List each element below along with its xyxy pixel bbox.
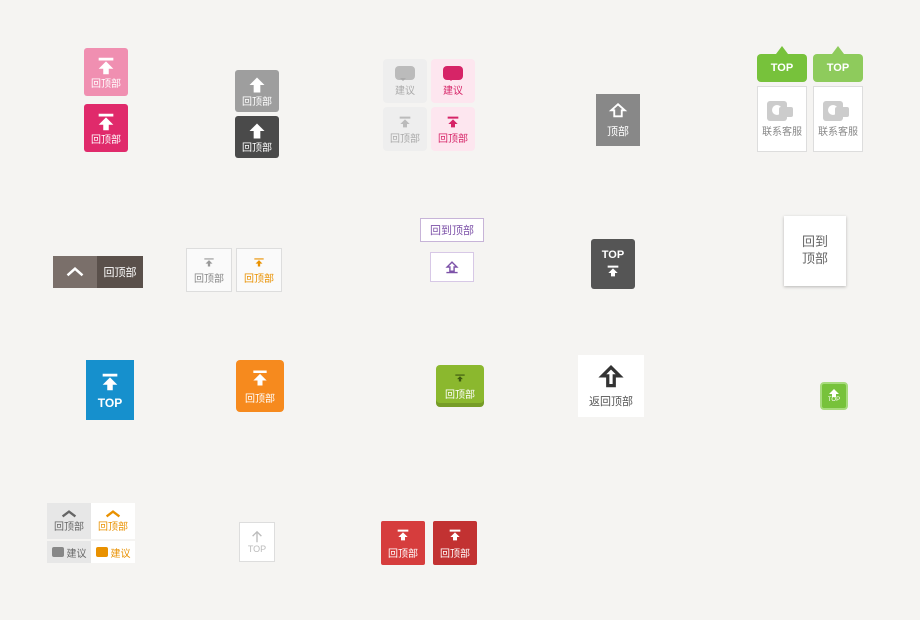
- back-to-top-pink-light[interactable]: 回顶部: [84, 48, 128, 96]
- label: TOP: [771, 62, 793, 74]
- back-to-top-pair-bordered: 回顶部 回顶部: [186, 248, 284, 292]
- label: TOP: [828, 397, 840, 403]
- suggest-small-orange[interactable]: 建议: [91, 541, 135, 563]
- back-to-top-red-1[interactable]: 回顶部: [381, 521, 425, 565]
- back-to-top-gray-dark[interactable]: 回顶部: [235, 116, 279, 158]
- suggest-pink[interactable]: 建议: [431, 59, 475, 103]
- back-to-top-mini-pink[interactable]: 回顶部: [431, 107, 475, 151]
- label: 回顶部: [54, 518, 84, 533]
- arrow-up-icon: [453, 372, 467, 384]
- label: 回到 顶部: [802, 234, 828, 268]
- label: 回顶部: [91, 135, 121, 146]
- label: 建议: [395, 82, 415, 97]
- back-to-top-red-2[interactable]: 回顶部: [433, 521, 477, 565]
- back-to-top-purple-icon[interactable]: [430, 252, 474, 282]
- arrow-up-icon: [605, 263, 621, 279]
- arrow-up-icon: [829, 389, 839, 397]
- top-dark[interactable]: TOP: [591, 239, 635, 289]
- top-thin-outline[interactable]: TOP: [239, 522, 275, 562]
- label: TOP: [248, 544, 266, 554]
- label: 回顶部: [245, 390, 275, 405]
- label: 回顶部: [440, 545, 470, 560]
- chat-icon: [779, 107, 793, 117]
- arrow-up-icon: [201, 256, 217, 270]
- home-up-icon: [443, 260, 461, 274]
- label: 回到顶部: [430, 222, 474, 238]
- label: 回顶部: [104, 264, 137, 280]
- contact-card-2[interactable]: 联系客服: [813, 86, 863, 152]
- back-to-top-mini-gray[interactable]: 回顶部: [383, 107, 427, 151]
- arrow-up-icon: [395, 527, 411, 543]
- home-up-icon: [607, 102, 629, 120]
- arrow-up-icon: [95, 55, 117, 77]
- label: 回顶部: [388, 545, 418, 560]
- chevron-up-icon: [105, 510, 121, 518]
- back-to-top-pink-dark[interactable]: 回顶部: [84, 104, 128, 152]
- back-to-top-brown[interactable]: 回顶部: [53, 256, 143, 288]
- arrow-up-icon: [250, 530, 264, 544]
- label: 回顶部: [242, 97, 272, 108]
- back-to-top-blue[interactable]: TOP: [86, 360, 134, 420]
- label: 回顶部: [445, 386, 475, 401]
- chevron-up-icon: [53, 256, 97, 288]
- label: 建议: [67, 545, 87, 560]
- label: TOP: [602, 249, 624, 261]
- chat-icon: [52, 547, 64, 557]
- suggest-gray[interactable]: 建议: [383, 59, 427, 103]
- chevron-up-icon: [61, 510, 77, 518]
- chat-icon: [395, 66, 415, 80]
- label: 回顶部: [91, 79, 121, 90]
- label: 建议: [443, 82, 463, 97]
- label: 回顶部: [244, 270, 274, 285]
- label: 联系客服: [818, 123, 858, 138]
- arrow-up-outline-icon: [598, 364, 624, 390]
- back-to-top-orange[interactable]: 回顶部: [236, 360, 284, 412]
- return-top-outline[interactable]: 返回顶部: [578, 355, 644, 417]
- label: 顶部: [607, 123, 629, 139]
- arrow-up-icon: [247, 75, 267, 95]
- top-square-gray[interactable]: 顶部: [596, 94, 640, 146]
- arrow-up-icon: [99, 371, 121, 393]
- label: TOP: [827, 62, 849, 74]
- back-to-top-gray-light[interactable]: 回顶部: [235, 70, 279, 112]
- back-to-top-chevron-gray[interactable]: 回顶部: [47, 503, 91, 539]
- arrow-up-icon: [247, 121, 267, 141]
- arrow-up-icon: [250, 368, 270, 388]
- chat-icon: [96, 547, 108, 557]
- top-tab-green-1[interactable]: TOP: [757, 54, 807, 82]
- label: 回顶部: [242, 143, 272, 154]
- contact-card-1[interactable]: 联系客服: [757, 86, 807, 152]
- label: 回顶部: [438, 130, 468, 145]
- top-tiny-green[interactable]: TOP: [820, 382, 848, 410]
- suggestion-top-group: 建议 建议 回顶部 回顶部: [383, 59, 475, 153]
- label: 回顶部: [390, 130, 420, 145]
- arrow-up-icon: [447, 527, 463, 543]
- arrow-up-icon: [251, 256, 267, 270]
- label: 返回顶部: [589, 393, 633, 409]
- arrow-up-icon: [444, 114, 462, 130]
- label: 回顶部: [98, 518, 128, 533]
- back-to-top-purple-text[interactable]: 回到顶部: [420, 218, 484, 242]
- label: TOP: [98, 396, 122, 410]
- arrow-up-icon: [95, 111, 117, 133]
- label: 建议: [111, 545, 131, 560]
- chat-icon: [443, 66, 463, 80]
- label: 回顶部: [194, 270, 224, 285]
- back-to-top-red-pair: 回顶部 回顶部: [381, 521, 477, 565]
- back-to-top-bordered-gray[interactable]: 回顶部: [186, 248, 232, 292]
- back-to-top-green[interactable]: 回顶部: [436, 365, 484, 407]
- chat-icon: [835, 107, 849, 117]
- back-to-top-white-card[interactable]: 回到 顶部: [784, 216, 846, 286]
- arrow-up-icon: [396, 114, 414, 130]
- top-contact-group: TOP TOP 联系客服 联系客服: [757, 54, 865, 156]
- back-to-top-purple-group: 回到顶部: [420, 218, 484, 282]
- label: 联系客服: [762, 123, 802, 138]
- top-tab-green-2[interactable]: TOP: [813, 54, 863, 82]
- suggest-small-gray[interactable]: 建议: [47, 541, 91, 563]
- back-to-top-chevron-orange[interactable]: 回顶部: [91, 503, 135, 539]
- back-to-top-suggest-group: 回顶部 回顶部 建议 建议: [47, 503, 135, 563]
- back-to-top-bordered-orange[interactable]: 回顶部: [236, 248, 282, 292]
